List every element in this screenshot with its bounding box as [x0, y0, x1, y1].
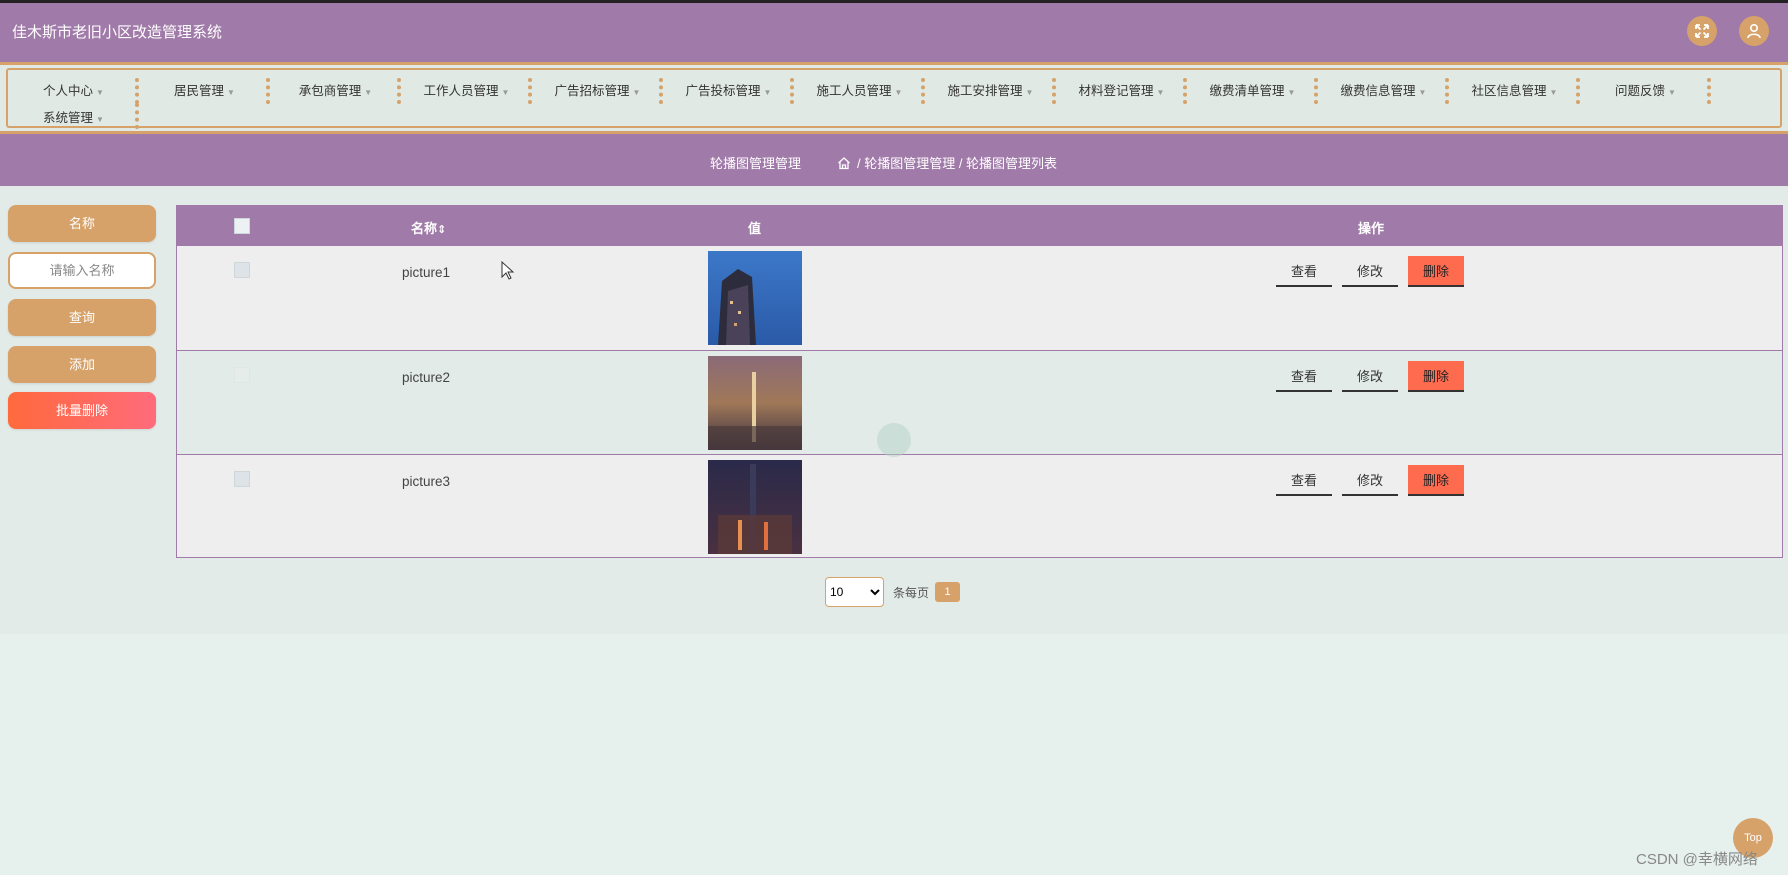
table-header: 名称⇕ 值 操作	[177, 206, 1782, 246]
caret-down-icon: ▼	[1287, 88, 1296, 97]
nav-item-personal-center[interactable]: 个人中心 ▼	[8, 78, 139, 105]
caret-down-icon: ▼	[96, 88, 104, 97]
nav-divider	[135, 103, 139, 129]
nav-item-fee-info[interactable]: 缴费信息管理 ▼	[1318, 78, 1449, 105]
table-row: picture2 查看 修改 删除	[177, 350, 1782, 454]
nav-item-contractors[interactable]: 承包商管理 ▼	[270, 78, 401, 105]
main-content: 名称 查询 添加 批量删除 名称⇕ 值 操作 picture1	[0, 186, 1788, 634]
table-row: picture1 查看 修改 删除	[177, 246, 1782, 350]
name-column-header[interactable]: 名称⇕	[411, 218, 446, 237]
edit-button[interactable]: 修改	[1342, 465, 1398, 496]
page-size-select[interactable]: 10	[825, 577, 884, 607]
nav-item-construction-workers[interactable]: 施工人员管理 ▼	[794, 78, 925, 105]
caret-down-icon: ▼	[894, 88, 903, 97]
loading-indicator	[877, 423, 911, 457]
name-search-input[interactable]	[8, 252, 156, 289]
search-button[interactable]: 查询	[8, 299, 156, 336]
edit-button[interactable]: 修改	[1342, 256, 1398, 287]
nav-item-system[interactable]: 系统管理 ▼	[8, 105, 139, 132]
view-button[interactable]: 查看	[1276, 361, 1332, 392]
caret-down-icon: ▼	[1418, 88, 1427, 97]
nav-item-ad-tender[interactable]: 广告招标管理 ▼	[532, 78, 663, 105]
nav-item-materials[interactable]: 材料登记管理 ▼	[1056, 78, 1187, 105]
caret-down-icon: ▼	[763, 88, 772, 97]
delete-button[interactable]: 删除	[1408, 256, 1464, 287]
caret-down-icon: ▼	[1025, 88, 1034, 97]
caret-down-icon: ▼	[1668, 88, 1676, 97]
home-icon[interactable]	[837, 156, 851, 170]
carousel-image-thumbnail[interactable]	[708, 251, 802, 345]
delete-button[interactable]: 删除	[1408, 361, 1464, 392]
nav-item-community-info[interactable]: 社区信息管理 ▼	[1449, 78, 1580, 105]
actions-column-header: 操作	[1358, 221, 1385, 236]
main-nav: 个人中心 ▼ 居民管理 ▼ 承包商管理 ▼ 工作人员管理 ▼ 广告招标管理 ▼ 广告投标管…	[0, 62, 1788, 134]
row-checkbox[interactable]	[234, 262, 250, 278]
nav-item-fee-list[interactable]: 缴费清单管理 ▼	[1187, 78, 1318, 105]
view-button[interactable]: 查看	[1276, 256, 1332, 287]
nav-item-staff[interactable]: 工作人员管理 ▼	[401, 78, 532, 105]
table-row: picture3 查看 修改 删除	[177, 454, 1782, 558]
batch-delete-button[interactable]: 批量删除	[8, 392, 156, 429]
breadcrumb: / 轮播图管理管理 / 轮播图管理列表	[837, 153, 1057, 172]
caret-down-icon: ▼	[1549, 88, 1558, 97]
nav-item-construction-schedule[interactable]: 施工安排管理 ▼	[925, 78, 1056, 105]
carousel-image-thumbnail[interactable]	[708, 356, 802, 450]
view-button[interactable]: 查看	[1276, 465, 1332, 496]
nav-item-ad-bid[interactable]: 广告投标管理 ▼	[663, 78, 794, 105]
nav-box: 个人中心 ▼ 居民管理 ▼ 承包商管理 ▼ 工作人员管理 ▼ 广告招标管理 ▼ 广告投标管…	[6, 68, 1782, 129]
mouse-cursor-icon	[501, 261, 515, 280]
page-title: 轮播图管理管理	[710, 156, 802, 171]
name-label: 名称	[8, 205, 156, 242]
top-header: 佳木斯市老旧小区改造管理系统	[0, 0, 1788, 62]
row-checkbox[interactable]	[234, 367, 250, 383]
add-button[interactable]: 添加	[8, 346, 156, 383]
row-name: picture3	[402, 474, 451, 489]
nav-item-residents[interactable]: 居民管理 ▼	[139, 78, 270, 105]
fullscreen-button[interactable]	[1687, 16, 1717, 46]
sort-icon[interactable]: ⇕	[437, 224, 446, 236]
caret-down-icon: ▼	[96, 115, 104, 124]
select-all-checkbox[interactable]	[234, 218, 250, 234]
app-title: 佳木斯市老旧小区改造管理系统	[12, 24, 223, 41]
user-icon	[1747, 23, 1761, 39]
row-name: picture1	[402, 265, 451, 280]
expand-icon	[1695, 24, 1709, 38]
caret-down-icon: ▼	[1156, 88, 1165, 97]
row-checkbox[interactable]	[234, 471, 250, 487]
nav-divider	[1707, 78, 1711, 104]
per-page-label: 条每页	[893, 586, 930, 600]
user-avatar-button[interactable]	[1739, 16, 1769, 46]
value-column-header: 值	[748, 221, 762, 236]
nav-item-feedback[interactable]: 问题反馈 ▼	[1580, 78, 1711, 105]
edit-button[interactable]: 修改	[1342, 361, 1398, 392]
breadcrumb-bar: 轮播图管理管理 / 轮播图管理管理 / 轮播图管理列表	[0, 134, 1788, 186]
caret-down-icon: ▼	[364, 88, 373, 97]
delete-button[interactable]: 删除	[1408, 465, 1464, 496]
carousel-image-thumbnail[interactable]	[708, 460, 802, 554]
page-number-current[interactable]: 1	[935, 582, 960, 602]
caret-down-icon: ▼	[227, 88, 235, 97]
breadcrumb-path[interactable]: / 轮播图管理管理 / 轮播图管理列表	[857, 156, 1057, 171]
carousel-table: 名称⇕ 值 操作 picture1 查看 修改 删除 picture2 查看 修…	[176, 205, 1783, 558]
watermark-text: CSDN @幸横网络	[1636, 851, 1758, 868]
caret-down-icon: ▼	[501, 88, 510, 97]
caret-down-icon: ▼	[632, 88, 641, 97]
row-name: picture2	[402, 370, 451, 385]
